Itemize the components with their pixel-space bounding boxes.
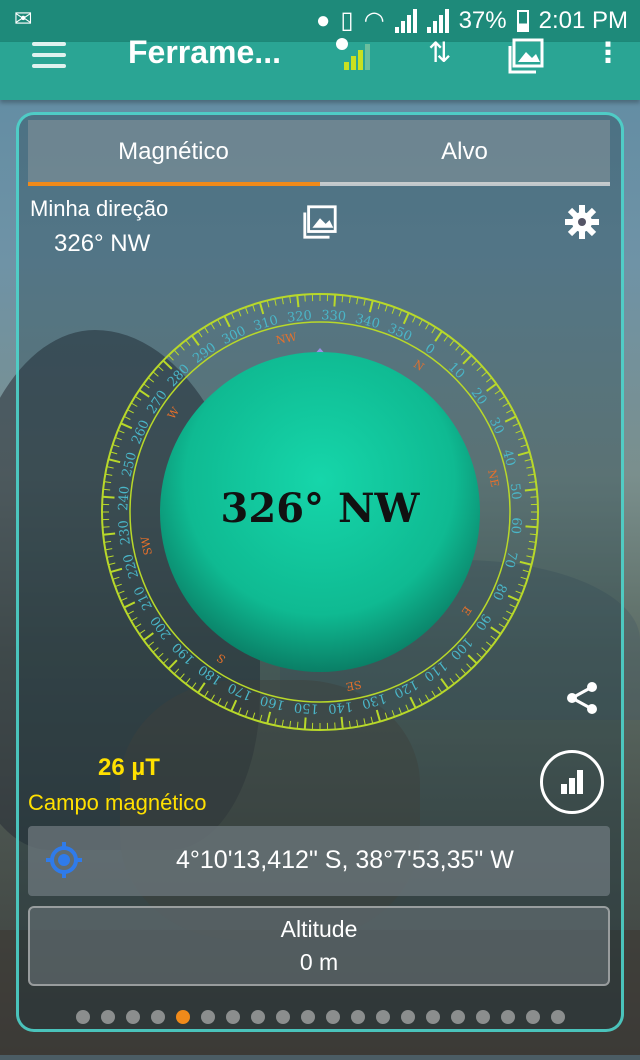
gps-signal-icon[interactable] bbox=[332, 36, 376, 83]
app-title: Ferrame... bbox=[128, 34, 281, 71]
degree-label: 350 bbox=[385, 321, 414, 345]
page-dot[interactable] bbox=[401, 1010, 415, 1024]
tab-target[interactable]: Alvo bbox=[319, 120, 610, 184]
altitude-panel: Altitude 0 m bbox=[28, 906, 610, 986]
compass-dial: 0102030405060708090100110120130140150160… bbox=[90, 282, 550, 742]
settings-gear-icon[interactable] bbox=[562, 202, 602, 242]
battery-icon bbox=[517, 10, 529, 32]
page-dot[interactable] bbox=[451, 1010, 465, 1024]
page-dot[interactable] bbox=[151, 1010, 165, 1024]
bar-chart-icon bbox=[558, 768, 586, 796]
clock: 2:01 PM bbox=[539, 7, 628, 35]
wifi-icon: ◠ bbox=[364, 6, 385, 35]
degree-label: 250 bbox=[120, 451, 141, 479]
background-image-icon[interactable] bbox=[300, 202, 340, 242]
app-bar: Ferrame... ⇅ ⋮ bbox=[0, 42, 640, 100]
notification-icon: ✉ bbox=[14, 6, 32, 32]
altitude-value: 0 m bbox=[30, 949, 608, 976]
mode-tabs: Magnético Alvo bbox=[28, 120, 610, 184]
degree-label: 310 bbox=[252, 313, 280, 334]
page-dot[interactable] bbox=[226, 1010, 240, 1024]
degree-label: 230 bbox=[116, 519, 134, 545]
degree-label: 200 bbox=[148, 613, 175, 642]
sort-arrows-icon[interactable]: ⇅ bbox=[428, 36, 451, 69]
page-dot[interactable] bbox=[501, 1010, 515, 1024]
degree-label: 120 bbox=[391, 676, 420, 700]
page-dot[interactable] bbox=[526, 1010, 540, 1024]
degree-label: 300 bbox=[220, 324, 249, 348]
direction-value: 326° NW bbox=[54, 230, 150, 258]
my-location-icon[interactable] bbox=[44, 840, 84, 880]
degree-label: 20 bbox=[468, 386, 490, 408]
degree-label: 170 bbox=[226, 679, 255, 703]
magnetic-field-value: 26 µT bbox=[98, 754, 160, 782]
compass-center-text: 326° NW bbox=[221, 485, 421, 532]
degree-label: 70 bbox=[501, 550, 520, 570]
altitude-label: Altitude bbox=[30, 916, 608, 943]
degree-label: 50 bbox=[507, 483, 524, 501]
page-dot[interactable] bbox=[76, 1010, 90, 1024]
gallery-icon[interactable] bbox=[506, 36, 546, 83]
page-dot[interactable] bbox=[326, 1010, 340, 1024]
signal-3g-icon bbox=[395, 9, 417, 33]
hamburger-menu-icon[interactable] bbox=[32, 42, 66, 66]
more-options-icon[interactable]: ⋮ bbox=[594, 36, 622, 69]
direction-label: Minha direção bbox=[30, 196, 168, 222]
degree-label: 40 bbox=[499, 448, 518, 468]
share-icon[interactable] bbox=[562, 678, 602, 718]
battery-percent: 37% bbox=[459, 7, 507, 35]
vibrate-icon: ▯ bbox=[340, 6, 353, 35]
degree-label: 110 bbox=[421, 657, 450, 684]
page-dot[interactable] bbox=[351, 1010, 365, 1024]
page-dot[interactable] bbox=[476, 1010, 490, 1024]
page-dot[interactable] bbox=[251, 1010, 265, 1024]
degree-label: 240 bbox=[116, 485, 133, 511]
location-pin-icon: ● bbox=[316, 7, 331, 35]
degree-label: 220 bbox=[121, 552, 142, 580]
magnetic-field-label: Campo magnético bbox=[28, 790, 207, 816]
page-dot[interactable] bbox=[201, 1010, 215, 1024]
cardinal-label: NE bbox=[485, 468, 501, 488]
page-dot[interactable] bbox=[276, 1010, 290, 1024]
degree-label: 330 bbox=[321, 308, 347, 325]
degree-label: 90 bbox=[472, 611, 494, 633]
degree-label: 160 bbox=[259, 692, 287, 713]
page-dot[interactable] bbox=[301, 1010, 315, 1024]
degree-label: 210 bbox=[132, 583, 156, 612]
page-dot[interactable] bbox=[101, 1010, 115, 1024]
degree-label: 140 bbox=[327, 698, 353, 716]
cardinal-label: SW bbox=[138, 535, 154, 557]
cardinal-label: SE bbox=[345, 677, 363, 693]
degree-label: 290 bbox=[190, 340, 219, 367]
location-coordinates: 4°10'13,412" S, 38°7'53,35" W bbox=[176, 846, 514, 875]
page-dot[interactable] bbox=[376, 1010, 390, 1024]
degree-label: 0 bbox=[422, 341, 437, 358]
page-dot[interactable] bbox=[426, 1010, 440, 1024]
cardinal-label: E bbox=[459, 604, 474, 618]
degree-label: 30 bbox=[486, 415, 507, 436]
tab-indicator bbox=[28, 182, 610, 186]
cardinal-label: S bbox=[215, 651, 229, 666]
page-dot[interactable] bbox=[551, 1010, 565, 1024]
page-dot[interactable] bbox=[126, 1010, 140, 1024]
degree-label: 340 bbox=[354, 312, 382, 333]
degree-label: 60 bbox=[507, 517, 523, 535]
location-panel[interactable]: 4°10'13,412" S, 38°7'53,35" W bbox=[28, 826, 610, 896]
cardinal-label: W bbox=[165, 404, 182, 421]
signal-2g-icon bbox=[427, 9, 449, 33]
cardinal-label: N bbox=[411, 358, 427, 374]
degree-label: 80 bbox=[489, 581, 509, 602]
signal-chart-button[interactable] bbox=[540, 750, 604, 814]
degree-label: 150 bbox=[293, 699, 319, 716]
degree-label: 260 bbox=[129, 418, 153, 447]
cardinal-label: NW bbox=[275, 330, 299, 347]
degree-label: 320 bbox=[286, 308, 312, 326]
tab-magnetic[interactable]: Magnético bbox=[28, 120, 319, 184]
degree-label: 130 bbox=[360, 690, 388, 711]
page-dot[interactable] bbox=[176, 1010, 190, 1024]
page-indicator bbox=[0, 1010, 640, 1024]
